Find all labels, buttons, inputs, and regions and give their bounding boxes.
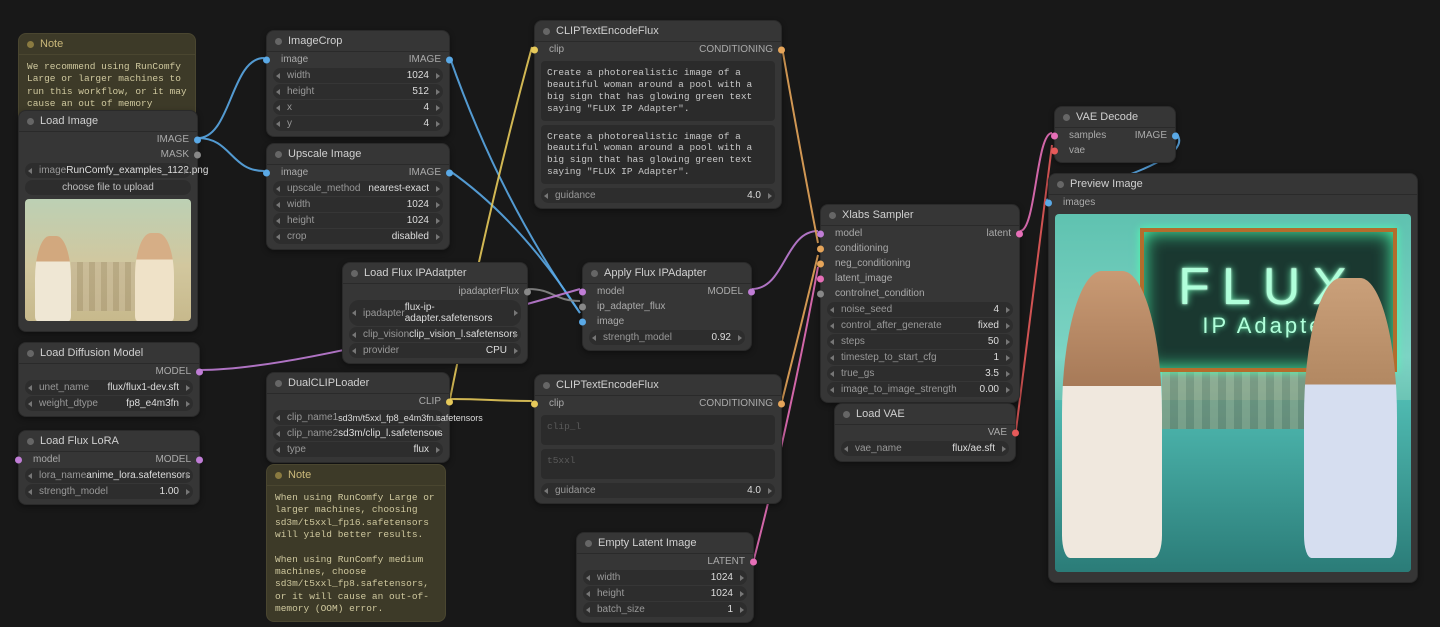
port-cond-out2[interactable] (778, 400, 785, 407)
port-vae-out[interactable] (1012, 429, 1019, 436)
node-preview[interactable]: Preview Image images FLUXIP Adapter (1048, 173, 1418, 583)
w-unet[interactable]: unet_nameflux/flux1-dev.sft (25, 380, 193, 395)
node-empty-latent[interactable]: Empty Latent Image LATENT width1024 heig… (576, 532, 754, 623)
w-provider[interactable]: providerCPU (349, 343, 521, 358)
preview-output-image: FLUXIP Adapter (1055, 214, 1411, 572)
port-clip-in2[interactable] (531, 400, 538, 407)
port-image-out2[interactable] (1172, 132, 1179, 139)
upload-button[interactable]: choose file to upload (25, 180, 191, 195)
w-type[interactable]: typeflux (273, 442, 443, 457)
node-load-diffusion[interactable]: Load Diffusion Model MODEL unet_nameflux… (18, 342, 200, 417)
port-model-out3[interactable] (748, 288, 755, 295)
port-s-cond[interactable] (817, 245, 824, 252)
w-clip1[interactable]: clip_name1sd3m/t5xxl_fp8_e4m3fn.safetens… (273, 410, 443, 425)
w-height[interactable]: height512 (273, 84, 443, 99)
node-load-image[interactable]: Load Image IMAGE MASK imageRunComfy_exam… (18, 110, 198, 332)
port-out-image2[interactable] (446, 169, 453, 176)
port-samples-in[interactable] (1051, 132, 1058, 139)
w-img2img[interactable]: image_to_image_strength0.00 (827, 382, 1013, 397)
w-crop[interactable]: cropdisabled (273, 229, 443, 244)
prompt-text-1b[interactable]: Create a photorealistic image of a beaut… (541, 125, 775, 185)
w-width[interactable]: width1024 (273, 68, 443, 83)
port-latent-out[interactable] (750, 558, 757, 565)
w-clipvision[interactable]: clip_visionclip_vision_l.safetensors (349, 327, 521, 342)
port-ip-in[interactable] (579, 303, 586, 310)
note-title: Note (40, 38, 63, 50)
node-graph-canvas[interactable]: Note We recommend using RunComfy Large o… (0, 0, 1440, 627)
w-guidance1[interactable]: guidance4.0 (541, 188, 775, 203)
w-u-height[interactable]: height1024 (273, 213, 443, 228)
port-s-control[interactable] (817, 290, 824, 297)
port-clip-out[interactable] (446, 398, 453, 405)
port-model-out2[interactable] (196, 456, 203, 463)
port-mask-out[interactable] (194, 151, 201, 158)
port-model-in2[interactable] (579, 288, 586, 295)
w-truegs[interactable]: true_gs3.5 (827, 366, 1013, 381)
port-images-in[interactable] (1045, 199, 1052, 206)
node-load-flux-lora[interactable]: Load Flux LoRA modelMODEL lora_nameanime… (18, 430, 200, 505)
port-cond-out1[interactable] (778, 46, 785, 53)
node-dualclip[interactable]: DualCLIPLoader CLIP clip_name1sd3m/t5xxl… (266, 372, 450, 463)
node-load-ipadapter[interactable]: Load Flux IPAdatpter ipadapterFlux ipada… (342, 262, 528, 364)
port-in-image[interactable] (263, 56, 270, 63)
note-bottom[interactable]: Note When using RunComfy Large or larger… (266, 464, 446, 622)
port-model-out[interactable] (196, 368, 203, 375)
node-xlabs-sampler[interactable]: Xlabs Sampler modellatent conditioning n… (820, 204, 1020, 403)
port-clip-in1[interactable] (531, 46, 538, 53)
port-image-out[interactable] (194, 136, 201, 143)
w-image-file[interactable]: imageRunComfy_examples_1122.png (25, 163, 191, 178)
w-ctrl-after[interactable]: control_after_generatefixed (827, 318, 1013, 333)
port-in-image2[interactable] (263, 169, 270, 176)
w-el-width[interactable]: width1024 (583, 570, 747, 585)
port-vae-in[interactable] (1051, 147, 1058, 154)
w-steps[interactable]: steps50 (827, 334, 1013, 349)
w-u-width[interactable]: width1024 (273, 197, 443, 212)
node-apply-ip[interactable]: Apply Flux IPAdapter modelMODEL ip_adapt… (582, 262, 752, 351)
node-vae-decode[interactable]: VAE Decode samplesIMAGE vae (1054, 106, 1176, 163)
port-ip-out[interactable] (524, 288, 531, 295)
prompt-text-2a[interactable]: clip_l (541, 415, 775, 445)
w-el-height[interactable]: height1024 (583, 586, 747, 601)
w-ipadapter[interactable]: ipadapterflux-ip-adapter.safetensors (349, 300, 521, 326)
node-load-vae[interactable]: Load VAE VAE vae_nameflux/ae.sft (834, 403, 1016, 462)
node-image-crop[interactable]: ImageCrop imageIMAGE width1024 height512… (266, 30, 450, 137)
w-x[interactable]: x4 (273, 100, 443, 115)
port-model-in[interactable] (15, 456, 22, 463)
w-vae-name[interactable]: vae_nameflux/ae.sft (841, 441, 1009, 456)
port-s-latent[interactable] (817, 275, 824, 282)
w-upscale-method[interactable]: upscale_methodnearest-exact (273, 181, 443, 196)
port-image-in[interactable] (579, 318, 586, 325)
w-batch[interactable]: batch_size1 (583, 602, 747, 617)
loaded-image-preview (25, 199, 191, 321)
port-s-latent-out[interactable] (1016, 230, 1023, 237)
port-s-model[interactable] (817, 230, 824, 237)
w-guidance2[interactable]: guidance4.0 (541, 483, 775, 498)
w-lora-name[interactable]: lora_nameanime_lora.safetensors (25, 468, 193, 483)
node-clip-encode-pos[interactable]: CLIPTextEncodeFlux clipCONDITIONING Crea… (534, 20, 782, 209)
port-out-image[interactable] (446, 56, 453, 63)
node-upscale[interactable]: Upscale Image imageIMAGE upscale_methodn… (266, 143, 450, 250)
w-y[interactable]: y4 (273, 116, 443, 131)
prompt-text-1a[interactable]: Create a photorealistic image of a beaut… (541, 61, 775, 121)
w-clip2[interactable]: clip_name2sd3m/clip_l.safetensors (273, 426, 443, 441)
w-strength[interactable]: strength_model0.92 (589, 330, 745, 345)
port-s-neg[interactable] (817, 260, 824, 267)
w-dtype[interactable]: weight_dtypefp8_e4m3fn (25, 396, 193, 411)
node-clip-encode-neg[interactable]: CLIPTextEncodeFlux clipCONDITIONING clip… (534, 374, 782, 504)
w-lora-strength[interactable]: strength_model1.00 (25, 484, 193, 499)
w-tstart[interactable]: timestep_to_start_cfg1 (827, 350, 1013, 365)
prompt-text-2b[interactable]: t5xxl (541, 449, 775, 479)
w-seed[interactable]: noise_seed4 (827, 302, 1013, 317)
